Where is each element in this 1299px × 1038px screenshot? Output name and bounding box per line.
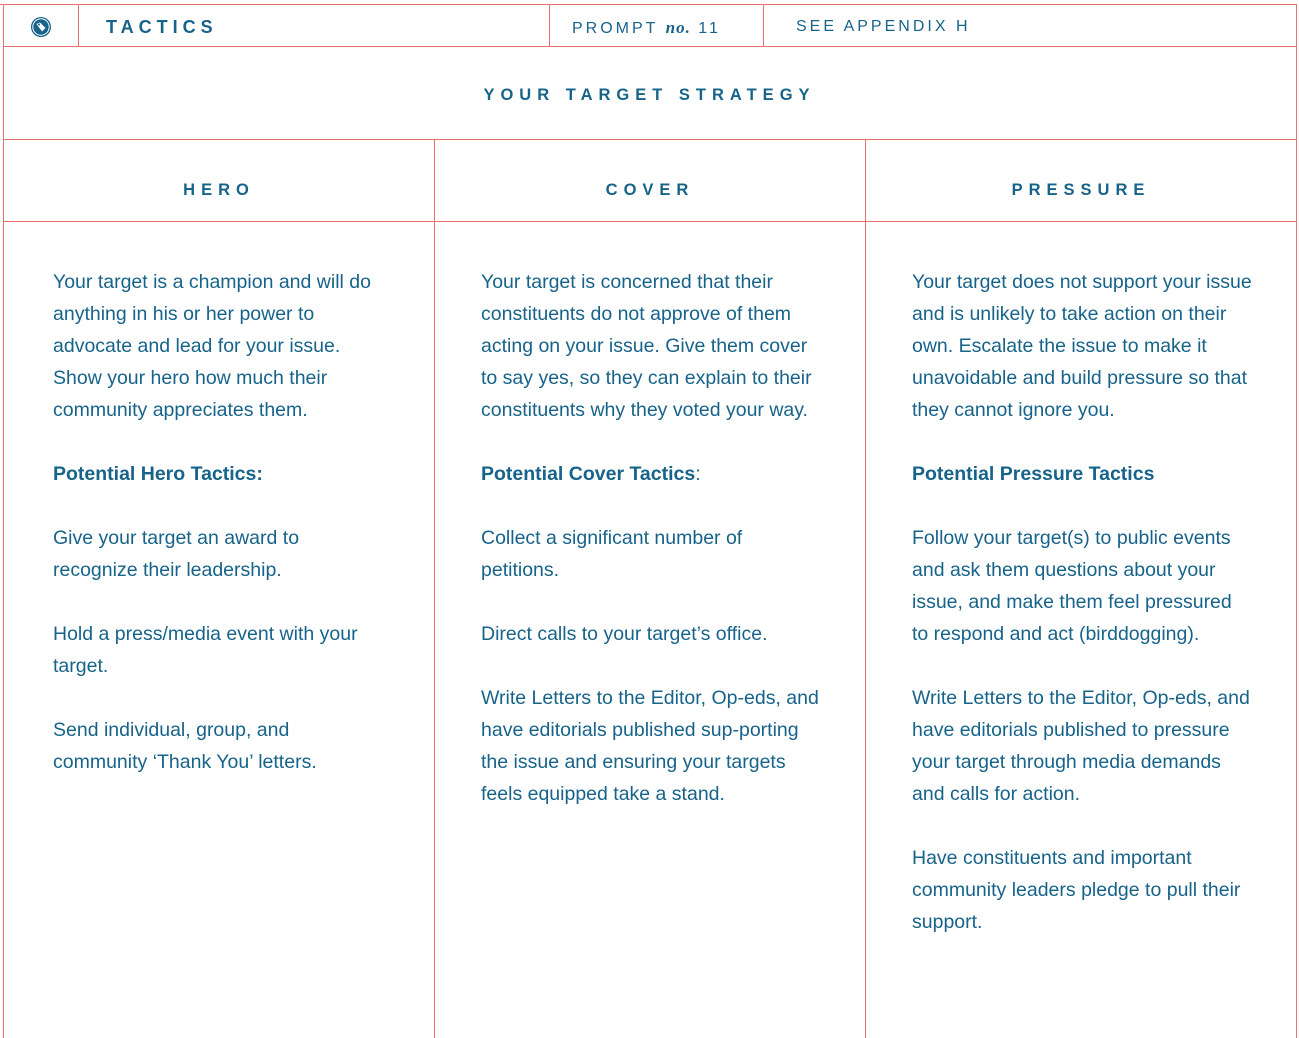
border-left xyxy=(3,4,4,1038)
column-divider-1 xyxy=(434,139,435,1038)
title-divider xyxy=(3,139,1297,140)
border-top xyxy=(0,4,1297,5)
page-title: YOUR TARGET STRATEGY xyxy=(483,86,816,104)
prompt-number: PROMPT no. 11 xyxy=(572,18,721,38)
header-divider xyxy=(3,46,1297,47)
hero-tactics-heading: Potential Hero Tactics: xyxy=(53,463,263,485)
cover-tactic-1: Collect a significant number of petition… xyxy=(481,527,743,581)
hero-tactic-3: Send individual, group, and community ‘T… xyxy=(53,719,317,773)
column-heading-pressure: PRESSURE xyxy=(1011,181,1151,199)
cover-tactic-3: Write Letters to the Editor, Op-eds, and… xyxy=(481,687,819,805)
column-cover: Your target is concerned that their cons… xyxy=(481,266,821,842)
column-divider-2 xyxy=(865,139,866,1038)
hero-tactic-1: Give your target an award to recognize t… xyxy=(53,527,300,581)
column-heading-cover: COVER xyxy=(605,181,695,199)
column-heading-hero: HERO xyxy=(183,181,255,199)
header-sep-1 xyxy=(78,4,79,46)
cover-tactic-2: Direct calls to your target’s office. xyxy=(481,623,768,645)
pressure-intro: Your target does not support your issue … xyxy=(912,271,1252,421)
hero-tactic-2: Hold a press/media event with your targe… xyxy=(53,623,358,677)
prompt-label: PROMPT xyxy=(572,20,659,37)
pressure-tactics-heading: Potential Pressure Tactics xyxy=(912,463,1155,485)
column-hero: Your target is a champion and will do an… xyxy=(53,266,388,810)
border-right xyxy=(1296,4,1297,1038)
cover-tactics-heading: Potential Cover Tactics: xyxy=(481,463,701,485)
pressure-tactic-3: Have constituents and important communit… xyxy=(912,847,1241,933)
appendix-reference: SEE APPENDIX H xyxy=(796,18,971,35)
pressure-tactic-1: Follow your target(s) to public events a… xyxy=(912,527,1232,645)
cover-intro: Your target is concerned that their cons… xyxy=(481,271,812,421)
prompt-value: 11 xyxy=(698,20,721,37)
header-sep-2 xyxy=(549,4,550,46)
header-sep-3 xyxy=(763,4,764,46)
heading-divider xyxy=(3,221,1297,222)
hero-intro: Your target is a champion and will do an… xyxy=(53,271,371,421)
prompt-no-abbrev: no. xyxy=(665,18,691,37)
tag-badge-icon xyxy=(30,16,52,38)
column-pressure: Your target does not support your issue … xyxy=(912,266,1252,970)
pressure-tactic-2: Write Letters to the Editor, Op-eds, and… xyxy=(912,687,1250,805)
section-label: TACTICS xyxy=(106,17,218,37)
